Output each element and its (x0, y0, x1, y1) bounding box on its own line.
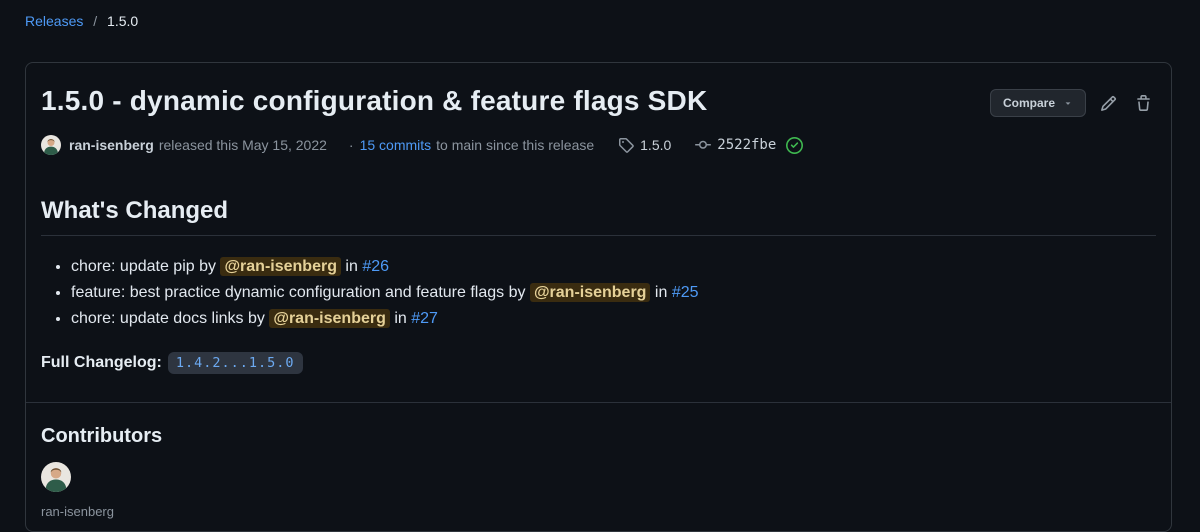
change-connector: in (654, 284, 668, 301)
change-connector: in (394, 310, 407, 327)
change-text: chore: update pip by (71, 258, 216, 275)
author-name-link[interactable]: ran-isenberg (69, 137, 154, 153)
tag-icon (619, 138, 634, 153)
pencil-icon (1101, 95, 1117, 111)
commits-suffix-text: to main since this release (436, 137, 595, 153)
mention-link[interactable]: @ran-isenberg (220, 257, 341, 276)
full-changelog-label: Full Changelog: (41, 354, 162, 371)
pr-link[interactable]: #26 (362, 258, 389, 275)
verified-check-icon[interactable] (786, 136, 804, 154)
author-avatar[interactable] (41, 135, 61, 155)
release-commit: 2522fbe (695, 137, 776, 153)
breadcrumb-releases-link[interactable]: Releases (25, 13, 83, 29)
contributors-heading: Contributors (41, 425, 163, 447)
release-actions: Compare (989, 89, 1156, 117)
whats-changed-heading: What's Changed (41, 197, 1156, 236)
release-tag: 1.5.0 (618, 137, 671, 153)
commits-count-link[interactable]: 15 commits (360, 137, 432, 153)
release-byline: ran-isenberg released this May 15, 2022 … (41, 135, 1156, 155)
breadcrumb-current: 1.5.0 (107, 13, 139, 29)
compare-button[interactable]: Compare (989, 89, 1086, 117)
chevron-down-icon (1065, 102, 1071, 105)
commit-sha-link[interactable]: 2522fbe (717, 137, 776, 153)
mention-link[interactable]: @ran-isenberg (529, 283, 651, 302)
trash-icon (1137, 94, 1150, 111)
compare-button-label: Compare (1002, 96, 1055, 110)
release-header: 1.5.0 - dynamic configuration & feature … (41, 83, 1156, 119)
pr-link[interactable]: #25 (672, 284, 699, 301)
change-text: feature: best practice dynamic configura… (71, 284, 526, 301)
commit-icon (695, 140, 712, 149)
changelog-range-link[interactable]: 1.4.2...1.5.0 (167, 352, 303, 374)
release-title: 1.5.0 - dynamic configuration & feature … (41, 85, 708, 116)
tag-label: 1.5.0 (640, 137, 672, 153)
section-divider (26, 402, 1171, 403)
released-date-text: released this May 15, 2022 (158, 137, 327, 153)
contributor-avatar[interactable] (41, 462, 71, 492)
release-card: 1.5.0 - dynamic configuration & feature … (25, 62, 1172, 532)
breadcrumb-separator: / (93, 13, 98, 29)
change-text: chore: update docs links by (71, 310, 265, 327)
edit-release-button[interactable] (1096, 93, 1121, 114)
list-item: chore: update pip by @ran-isenberg in #2… (71, 254, 1156, 280)
list-item: feature: best practice dynamic configura… (71, 280, 1156, 306)
delete-release-button[interactable] (1131, 93, 1156, 114)
list-item: chore: update docs links by @ran-isenber… (71, 306, 1156, 332)
pr-link[interactable]: #27 (411, 310, 438, 327)
change-connector: in (345, 258, 358, 275)
breadcrumb: Releases / 1.5.0 (25, 13, 138, 29)
whats-changed-list: chore: update pip by @ran-isenberg in #2… (41, 254, 1156, 332)
byline-dot-separator: · (348, 137, 354, 153)
mention-link[interactable]: @ran-isenberg (269, 309, 390, 328)
full-changelog: Full Changelog: 1.4.2...1.5.0 (41, 352, 1156, 374)
